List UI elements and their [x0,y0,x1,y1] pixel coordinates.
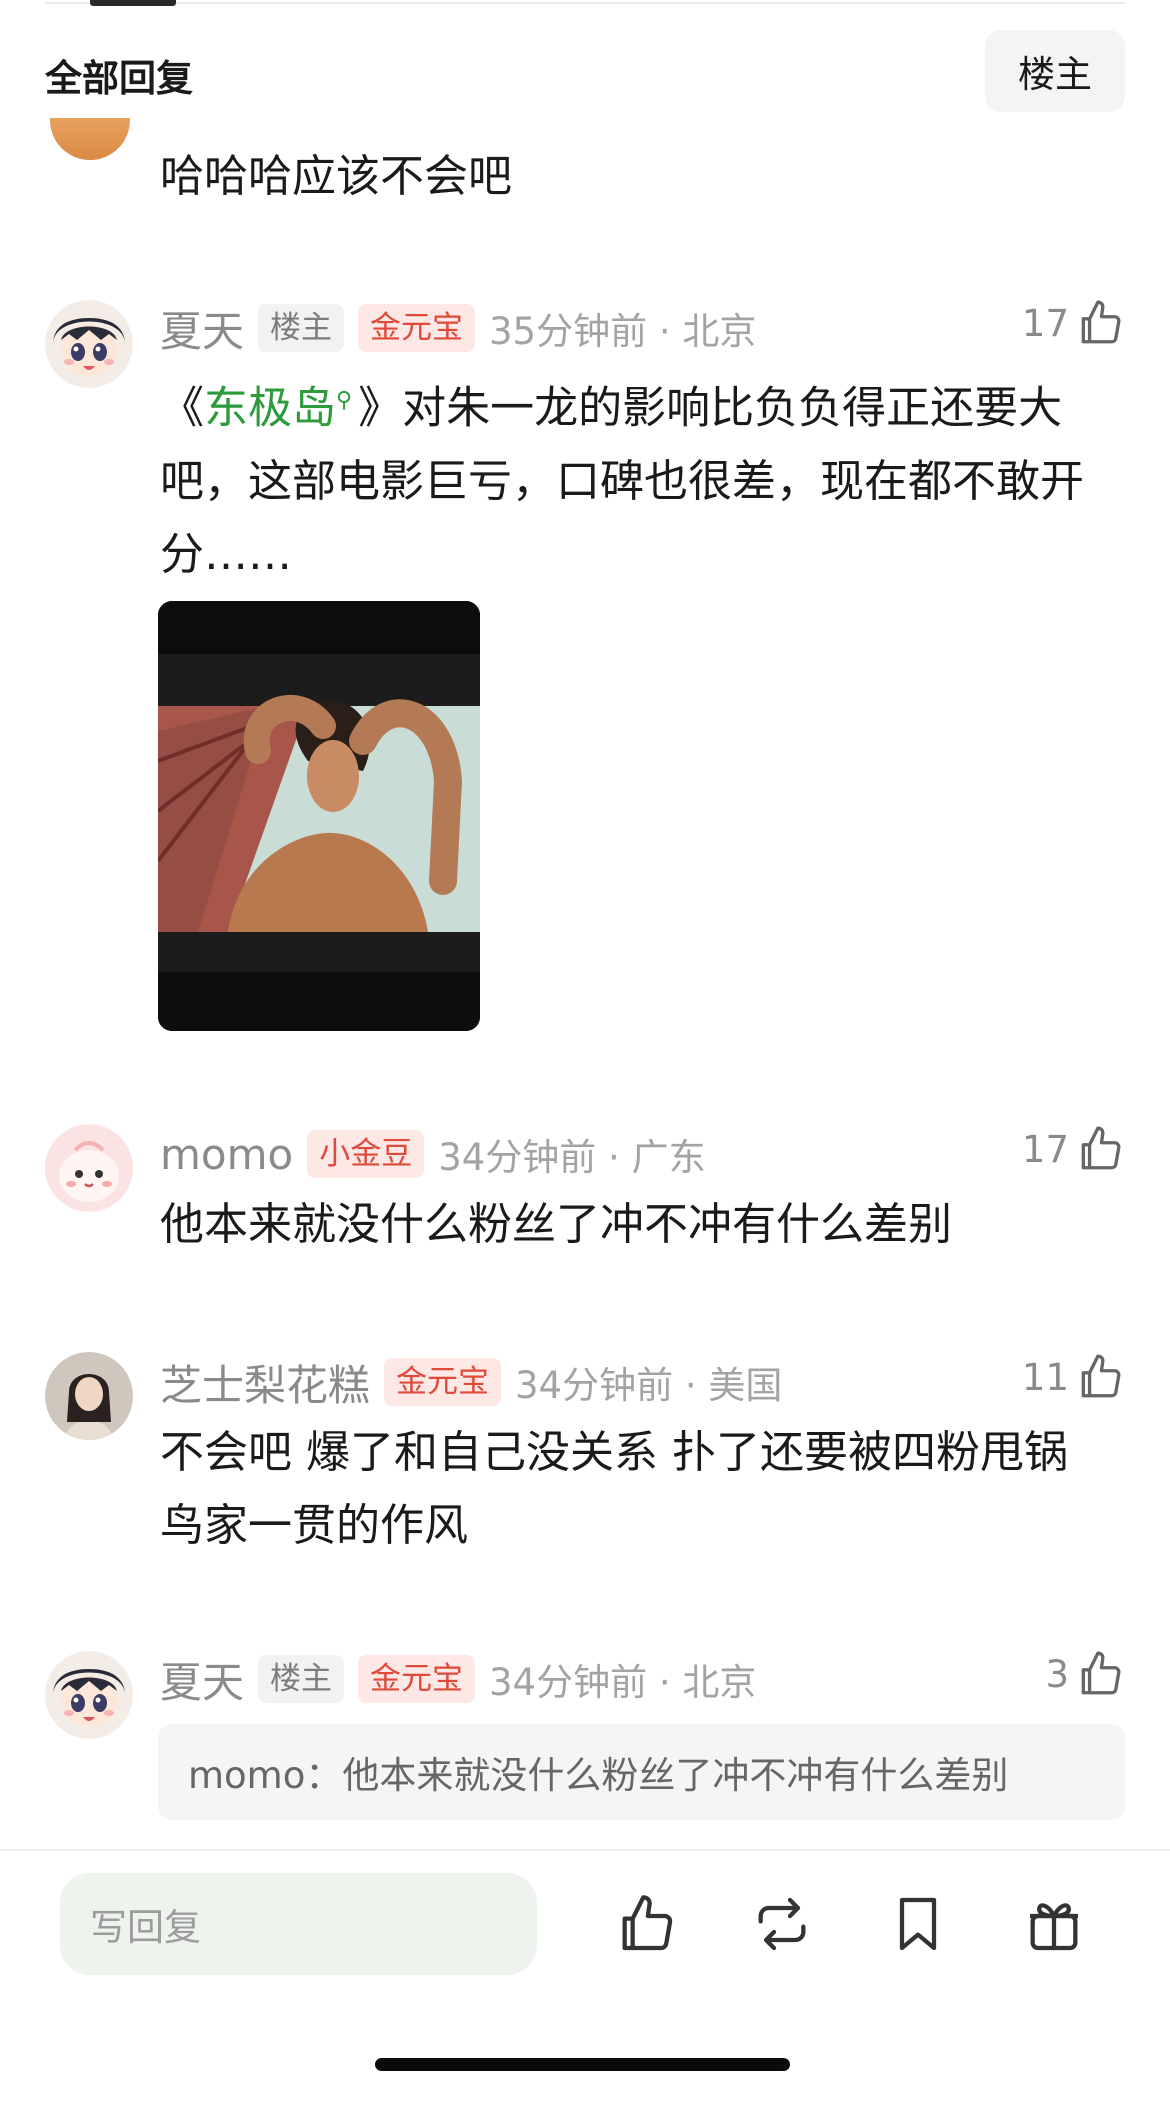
gold-badge: 金元宝 [384,1358,502,1406]
bottom-bar-divider [0,1849,1170,1851]
like-count: 11 [1021,1355,1069,1399]
username[interactable]: momo [160,1130,293,1179]
text-segment: 《 [160,382,204,434]
like-count: 17 [1021,1127,1069,1171]
like-icon [622,1895,673,1951]
gold-badge: 金元宝 [358,1655,476,1703]
bookmark-icon [899,1897,937,1951]
comment-text: 《东极岛⚲ 》对朱一龙的影响比负负得正还要大吧，这部电影巨亏，口碑也很差，现在都不… [160,364,1125,591]
gift-icon [1030,1903,1078,1951]
username[interactable]: 夏天 [160,1649,244,1710]
home-indicator[interactable] [375,2058,790,2071]
like-button[interactable]: 17 [1022,1124,1125,1174]
avatar[interactable] [45,300,133,388]
avatar[interactable] [45,1651,133,1739]
op-badge: 楼主 [258,304,345,352]
anime-girl-avatar-icon [45,1651,133,1739]
timestamp-location: 34分钟前 · 美国 [515,1364,783,1407]
gold-badge: 金元宝 [358,304,476,352]
op-only-filter-button[interactable]: 楼主 [985,30,1125,112]
reply-input[interactable]: 写回复 [60,1873,537,1975]
timestamp-location: 34分钟前 · 北京 [489,1661,757,1704]
topic-link[interactable]: 东极岛 [204,383,336,434]
all-replies-title: 全部回复 [45,57,193,100]
search-icon: ⚲ [336,388,353,413]
gold-badge: 小金豆 [307,1130,425,1178]
cartoon-mascot-avatar-icon [45,1124,133,1212]
thumbs-up-icon [1081,1126,1121,1170]
thumbs-up-icon [1081,1354,1121,1398]
thumbs-up-icon [1081,1651,1121,1695]
bookmark-button[interactable] [886,1892,950,1956]
comment-text: 哈哈哈应该不会吧 [160,151,512,202]
comment-image[interactable] [158,601,480,1031]
avatar[interactable] [50,118,130,160]
thumbs-up-icon [1081,300,1121,344]
repost-button[interactable] [750,1892,814,1956]
like-button[interactable] [614,1892,678,1956]
comment-text: 不会吧 爆了和自己没关系 扑了还要被四粉甩锅 鸟家一贯的作风 [160,1427,1068,1551]
like-count: 3 [1045,1652,1069,1696]
photo-avatar-icon [45,1352,133,1440]
comment-header: 芝士梨花糕 金元宝 34分钟前 · 美国 [160,1352,1125,1412]
like-count: 17 [1021,301,1069,345]
timestamp-location: 34分钟前 · 广东 [438,1136,706,1179]
op-badge: 楼主 [258,1655,345,1703]
active-tab-indicator [90,0,176,6]
comment-header: momo 小金豆 34分钟前 · 广东 [160,1124,1125,1184]
quoted-reply[interactable]: momo：他本来就没什么粉丝了冲不冲有什么差别 [158,1724,1125,1820]
anime-girl-avatar-icon [45,300,133,388]
username[interactable]: 芝士梨花糕 [160,1352,370,1413]
comments-header: 全部回复 楼主 [0,30,1170,112]
avatar[interactable] [45,1124,133,1212]
comment-header: 夏天 楼主 金元宝 34分钟前 · 北京 [160,1649,1125,1709]
like-button[interactable]: 3 [1045,1649,1125,1699]
avatar[interactable] [45,1352,133,1440]
top-divider [45,2,1125,4]
like-button[interactable]: 17 [1022,298,1125,348]
timestamp-location: 35分钟前 · 北京 [489,310,757,353]
movie-still-image [158,601,480,1031]
comment-text: 他本来就没什么粉丝了冲不冲有什么差别 [160,1199,952,1250]
like-button[interactable]: 11 [1022,1352,1125,1402]
gift-button[interactable] [1022,1892,1086,1956]
comment-header: 夏天 楼主 金元宝 35分钟前 · 北京 [160,298,1125,358]
username[interactable]: 夏天 [160,298,244,359]
repost-icon [758,1897,806,1951]
